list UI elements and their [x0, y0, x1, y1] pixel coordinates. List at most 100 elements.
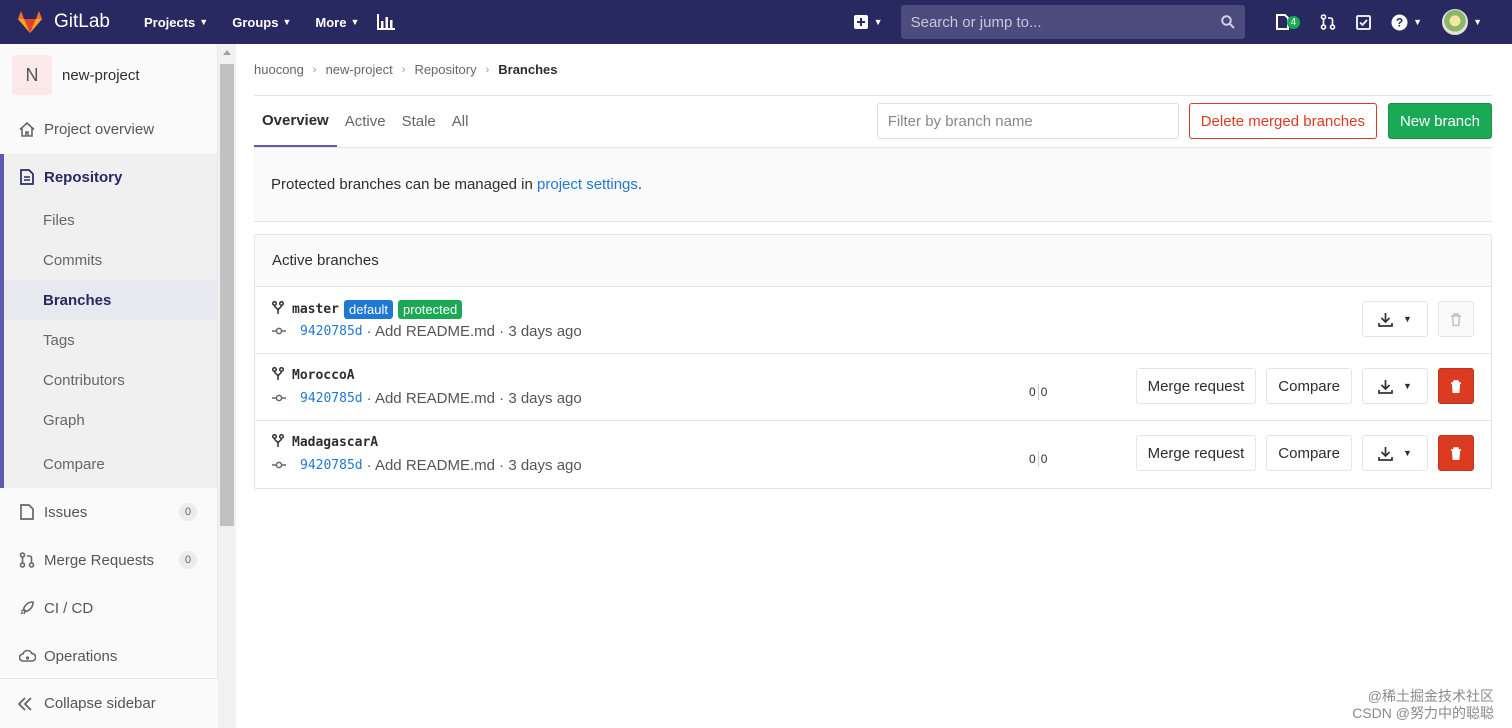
sidebar-subitem-compare[interactable]: Compare	[4, 440, 217, 488]
branch-name[interactable]: master	[292, 302, 339, 317]
merge-requests-count-badge: 0	[179, 551, 197, 569]
compare-button[interactable]: Compare	[1266, 368, 1352, 404]
sidebar-subitem-branches[interactable]: Branches	[4, 280, 217, 320]
chevron-down-icon: ▼	[282, 17, 292, 27]
trash-icon	[1451, 379, 1461, 393]
breadcrumb-item[interactable]: Repository	[414, 62, 476, 77]
plus-square-icon	[853, 15, 868, 29]
merge-request-icon	[18, 551, 36, 569]
sidebar-item-merge-requests[interactable]: Merge Requests 0	[0, 536, 217, 584]
watermark: @稀土掘金技术社区 CSDN @努力中的聪聪	[1352, 688, 1494, 722]
watermark-line: @稀土掘金技术社区	[1367, 688, 1494, 704]
tab-stale[interactable]: Stale	[394, 96, 444, 147]
delete-branch-button[interactable]	[1438, 368, 1474, 404]
top-navbar: GitLab Projects▼ Groups▼ More▼ ▼ 4 ? ▼	[0, 0, 1512, 44]
branch-row: master default protected 9420785d · Add …	[255, 287, 1491, 354]
nav-more[interactable]: More ▼	[303, 0, 371, 44]
sidebar-item-operations[interactable]: Operations	[0, 632, 217, 680]
commit-message: · Add README.md · 3 days ago	[366, 390, 582, 407]
merge-request-button[interactable]: Merge request	[1135, 368, 1257, 404]
collapse-sidebar-button[interactable]: Collapse sidebar	[0, 678, 218, 728]
panel-title: Active branches	[255, 235, 1491, 287]
breadcrumb-current[interactable]: Branches	[498, 62, 557, 77]
todos-button[interactable]: 4	[1275, 14, 1301, 30]
divergence-graph: 0 0	[1029, 384, 1047, 400]
sidebar-item-issues[interactable]: Issues 0	[0, 488, 217, 536]
tab-all[interactable]: All	[444, 96, 477, 147]
search-icon	[1220, 15, 1235, 29]
merge-request-icon	[1320, 14, 1336, 30]
branch-name[interactable]: MadagascarA	[292, 435, 378, 450]
commit-sha-link[interactable]: 9420785d	[300, 458, 363, 473]
collapse-sidebar-label: Collapse sidebar	[44, 695, 156, 712]
branch-icon	[271, 433, 285, 451]
nav-projects-label: Projects	[143, 14, 196, 30]
download-icon	[1378, 312, 1393, 327]
sidebar-item-cicd[interactable]: CI / CD	[0, 584, 217, 632]
commit-icon	[272, 457, 286, 474]
breadcrumb-item[interactable]: huocong	[254, 62, 304, 77]
merge-requests-button[interactable]	[1320, 14, 1336, 30]
brand-name: GitLab	[54, 11, 110, 32]
sidebar-project-header[interactable]: N new-project	[0, 44, 217, 106]
tab-overview[interactable]: Overview	[254, 96, 337, 147]
sidebar-item-project-overview[interactable]: Project overview	[0, 106, 217, 152]
delete-merged-branches-button[interactable]: Delete merged branches	[1188, 103, 1377, 139]
commits-ahead: 0	[1040, 385, 1048, 399]
branch-filter-input[interactable]	[876, 103, 1179, 139]
active-branches-panel: Active branches master default protected…	[254, 234, 1492, 489]
merge-request-button[interactable]: Merge request	[1135, 435, 1257, 471]
todo-list-button[interactable]	[1356, 14, 1372, 30]
new-branch-button[interactable]: New branch	[1387, 103, 1492, 139]
sidebar-item-label: Merge Requests	[44, 551, 155, 569]
breadcrumb-item[interactable]: new-project	[326, 62, 393, 77]
sidebar-subitem-tags[interactable]: Tags	[4, 320, 217, 360]
project-settings-link[interactable]: project settings	[537, 176, 638, 193]
sidebar-subitem-graph[interactable]: Graph	[4, 400, 217, 440]
commit-message: · Add README.md · 3 days ago	[366, 323, 582, 340]
sidebar-item-repository[interactable]: Repository	[4, 154, 217, 200]
commit-icon	[272, 390, 286, 407]
branch-name[interactable]: MoroccoA	[292, 368, 355, 383]
trash-icon	[1451, 312, 1461, 326]
chevron-right-icon: ›	[401, 63, 406, 76]
sidebar-scrollbar[interactable]	[218, 44, 236, 728]
sidebar-subitem-commits[interactable]: Commits	[4, 240, 217, 280]
compare-button[interactable]: Compare	[1266, 435, 1352, 471]
chevron-down-icon: ▼	[873, 17, 883, 27]
commit-sha-link[interactable]: 9420785d	[300, 324, 363, 339]
protected-branches-notice: Protected branches can be managed in pro…	[254, 148, 1492, 222]
commit-message: · Add README.md · 3 days ago	[366, 457, 582, 474]
download-dropdown-button[interactable]: ▼	[1362, 301, 1428, 337]
search-input[interactable]	[910, 13, 1221, 31]
sidebar-subitem-files[interactable]: Files	[4, 200, 217, 240]
notice-text: Protected branches can be managed in	[271, 176, 533, 193]
user-menu-button[interactable]: ▼	[1442, 9, 1482, 35]
scroll-up-arrow-icon[interactable]	[223, 50, 231, 55]
new-dropdown-button[interactable]: ▼	[853, 15, 883, 29]
branch-icon	[271, 300, 285, 318]
chevron-down-icon: ▼	[350, 17, 360, 27]
gitlab-logo[interactable]: GitLab	[16, 9, 110, 35]
nav-groups[interactable]: Groups ▼	[220, 0, 303, 44]
nav-projects[interactable]: Projects ▼	[132, 0, 220, 44]
document-icon	[18, 168, 36, 186]
sidebar-subitem-contributors[interactable]: Contributors	[4, 360, 217, 400]
sidebar-item-label: Operations	[44, 647, 118, 665]
activity-chart-icon[interactable]	[377, 0, 396, 44]
download-dropdown-button[interactable]: ▼	[1362, 435, 1428, 471]
download-dropdown-button[interactable]: ▼	[1362, 368, 1428, 404]
commit-sha-link[interactable]: 9420785d	[300, 391, 363, 406]
help-button[interactable]: ? ▼	[1391, 14, 1422, 31]
search-box[interactable]	[900, 5, 1245, 39]
branch-row: MadagascarA 9420785d · Add README.md · 3…	[255, 421, 1491, 488]
project-name: new-project	[62, 66, 140, 84]
main-content: huocong › new-project › Repository › Bra…	[254, 44, 1492, 489]
delete-branch-button[interactable]	[1438, 435, 1474, 471]
tab-active[interactable]: Active	[337, 96, 394, 147]
project-sidebar: N new-project Project overview Repositor…	[0, 44, 218, 728]
scrollbar-thumb[interactable]	[220, 64, 234, 526]
branch-icon	[271, 366, 285, 384]
delete-branch-button[interactable]	[1438, 301, 1474, 337]
notice-end: .	[637, 176, 643, 193]
